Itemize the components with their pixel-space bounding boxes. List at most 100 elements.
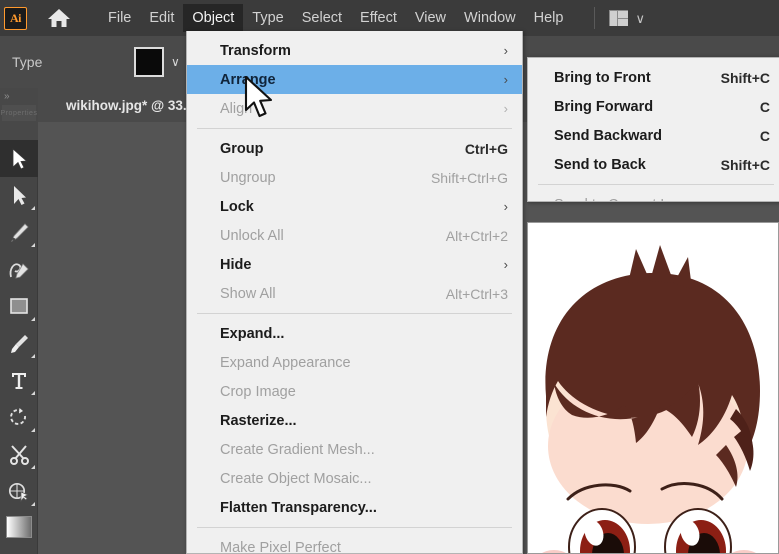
menu-item-group[interactable]: Group Ctrl+G <box>187 134 522 163</box>
menu-effect[interactable]: Effect <box>351 4 406 32</box>
menu-item-rasterize[interactable]: Rasterize... <box>187 406 522 435</box>
menu-item-label: Rasterize... <box>220 412 297 429</box>
menu-separator <box>197 128 512 129</box>
menu-view[interactable]: View <box>406 4 455 32</box>
selection-tool[interactable] <box>0 140 38 177</box>
menu-edit[interactable]: Edit <box>140 4 183 32</box>
direct-selection-tool[interactable] <box>0 177 38 214</box>
menu-item-shortcut: C <box>759 127 770 144</box>
flyout-indicator-icon <box>31 428 35 432</box>
menu-item-lock[interactable]: Lock › <box>187 192 522 221</box>
submenu-arrow-icon: › <box>503 43 508 58</box>
menu-item-label: Send to Current Layer <box>554 197 697 202</box>
menu-item-arrange[interactable]: Arrange › <box>187 65 522 94</box>
document-tab[interactable]: wikihow.jpg* @ 33. <box>50 88 203 122</box>
menu-item-crop-image: Crop Image <box>187 377 522 406</box>
menu-item-label: Bring Forward <box>554 98 654 115</box>
menu-item-label: Expand... <box>220 325 285 342</box>
home-icon[interactable] <box>37 0 81 36</box>
artwork-cartoon-child <box>542 245 760 553</box>
type-tool[interactable] <box>0 362 38 399</box>
menubar-divider <box>594 7 596 29</box>
menu-file[interactable]: File <box>99 4 140 32</box>
menu-item-bring-forward[interactable]: Bring Forward C <box>528 92 779 121</box>
menu-item-shortcut: Shift+Ctrl+G <box>430 169 508 186</box>
panel-tab-label: Properties <box>1 105 37 121</box>
menu-object[interactable]: Object <box>183 4 244 32</box>
scissors-tool[interactable] <box>0 436 38 473</box>
menu-help[interactable]: Help <box>525 4 573 32</box>
menu-item-shortcut: Alt+Ctrl+3 <box>445 285 508 302</box>
submenu-arrow-icon: › <box>503 199 508 214</box>
panel-collapse-tab[interactable]: » Properties <box>0 88 38 140</box>
menu-item-expand-appearance: Expand Appearance <box>187 348 522 377</box>
paintbrush-tool[interactable] <box>0 325 38 362</box>
menu-item-hide[interactable]: Hide › <box>187 250 522 279</box>
tool-panel: » Properties <box>0 88 38 554</box>
chevron-right-icon[interactable]: » <box>4 91 10 102</box>
gradient-swatch-icon[interactable] <box>5 516 32 538</box>
menu-item-create-object-mosaic: Create Object Mosaic... <box>187 464 522 493</box>
chevron-down-icon[interactable]: ∨ <box>635 12 645 25</box>
menu-item-label: Lock <box>220 198 254 215</box>
menu-item-make-pixel-perfect: Make Pixel Perfect <box>187 533 522 554</box>
menu-item-label: Create Object Mosaic... <box>220 470 372 487</box>
submenu-arrow-icon: › <box>503 72 508 87</box>
menu-item-label: Transform <box>220 42 291 59</box>
menu-item-send-to-current-layer: Send to Current Layer <box>528 190 779 202</box>
artboard[interactable] <box>527 222 779 554</box>
menu-item-label: Group <box>220 140 264 157</box>
menu-item-shortcut: Shift+C <box>720 156 770 173</box>
menu-item-bring-to-front[interactable]: Bring to Front Shift+C <box>528 63 779 92</box>
menu-select[interactable]: Select <box>293 4 351 32</box>
menu-item-label: Show All <box>220 285 276 302</box>
menu-item-show-all: Show All Alt+Ctrl+3 <box>187 279 522 308</box>
arrange-submenu: Bring to Front Shift+C Bring Forward C Send … <box>527 57 779 202</box>
menu-item-flatten-transparency[interactable]: Flatten Transparency... <box>187 493 522 522</box>
control-context-label: Type <box>12 54 43 70</box>
menu-item-expand[interactable]: Expand... <box>187 319 522 348</box>
pen-tool[interactable] <box>0 214 38 251</box>
menu-item-label: Create Gradient Mesh... <box>220 441 375 458</box>
menu-item-shortcut: Alt+Ctrl+2 <box>445 227 508 244</box>
rectangle-tool[interactable] <box>0 288 38 325</box>
flyout-indicator-icon <box>31 465 35 469</box>
flyout-indicator-icon <box>31 354 35 358</box>
menu-item-label: Align <box>220 100 253 117</box>
menu-item-label: Send Backward <box>554 127 662 144</box>
menu-item-label: Ungroup <box>220 169 276 186</box>
menu-item-label: Unlock All <box>220 227 284 244</box>
menu-separator <box>197 527 512 528</box>
object-dropdown-menu: Transform › Arrange › Align › Group Ctrl+G Ungro… <box>186 31 523 554</box>
flyout-indicator-icon <box>31 391 35 395</box>
menu-separator <box>197 313 512 314</box>
curvature-tool[interactable] <box>0 251 38 288</box>
submenu-arrow-icon: › <box>503 257 508 272</box>
flyout-indicator-icon <box>31 206 35 210</box>
flyout-indicator-icon <box>31 317 35 321</box>
menu-item-send-to-back[interactable]: Send to Back Shift+C <box>528 150 779 179</box>
menu-item-align: Align › <box>187 94 522 123</box>
menu-item-shortcut: C <box>759 98 770 115</box>
rotate-tool[interactable] <box>0 399 38 436</box>
illustrator-window: Ai File Edit Object Type Select Effect View Win… <box>0 0 779 554</box>
workspace-switcher[interactable]: ∨ <box>609 10 645 26</box>
menu-item-shortcut: Ctrl+G <box>464 140 508 157</box>
menu-item-shortcut: Shift+C <box>720 69 770 86</box>
menu-item-create-gradient-mesh: Create Gradient Mesh... <box>187 435 522 464</box>
menu-item-send-backward[interactable]: Send Backward C <box>528 121 779 150</box>
menu-item-transform[interactable]: Transform › <box>187 36 522 65</box>
menu-type[interactable]: Type <box>243 4 292 32</box>
menu-item-label: Send to Back <box>554 156 646 173</box>
menu-item-label: Hide <box>220 256 252 273</box>
flyout-indicator-icon <box>31 243 35 247</box>
flyout-indicator-icon <box>31 502 35 506</box>
menu-item-ungroup: Ungroup Shift+Ctrl+G <box>187 163 522 192</box>
menu-item-label: Make Pixel Perfect <box>220 539 341 554</box>
menu-separator <box>538 184 774 185</box>
fill-color-swatch[interactable] <box>134 47 165 77</box>
menu-window[interactable]: Window <box>455 4 525 32</box>
chevron-down-icon[interactable]: ∨ <box>164 47 186 77</box>
menu-item-label: Arrange <box>220 71 276 88</box>
free-transform-tool[interactable] <box>0 473 38 510</box>
